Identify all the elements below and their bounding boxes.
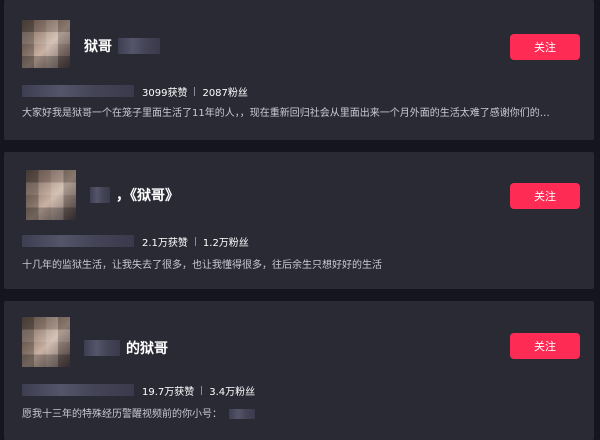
user-stats: 3099获赞 2087粉丝 [22, 84, 248, 99]
avatar[interactable] [22, 20, 70, 68]
redacted-handle [22, 85, 134, 97]
redacted-name-part [90, 187, 110, 203]
user-name[interactable]: 的狱哥 [126, 338, 168, 358]
user-name-row: 的狱哥 [84, 338, 168, 358]
user-bio: 大家好我是狱哥一个在笼子里面生活了11年的人，，现在重新回归社会从里面出来一个月… [22, 108, 550, 119]
user-bio-text: 愿我十三年的特殊经历警醒视频前的你小号： [22, 409, 222, 420]
user-card[interactable]: 的狱哥 关注 19.7万获赞 3.4万粉丝 愿我十三年的特殊经历警醒视频前的你小… [4, 301, 594, 440]
likes-count: 2.1万获赞 [142, 237, 188, 249]
user-bio: 愿我十三年的特殊经历警醒视频前的你小号： [22, 405, 582, 420]
user-name[interactable]: ，《狱哥》 [116, 185, 179, 205]
redacted-name-part [84, 340, 120, 356]
user-stats: 2.1万获赞 1.2万粉丝 [22, 234, 249, 249]
follow-button[interactable]: 关注 [510, 183, 580, 209]
user-card[interactable]: ，《狱哥》 关注 2.1万获赞 1.2万粉丝 十几年的监狱生活，让我失去了很多，… [4, 152, 594, 289]
user-card[interactable]: 狱哥 关注 3099获赞 2087粉丝 大家好我是狱哥一个在笼子里面生活了11年… [4, 0, 594, 140]
fans-count: 1.2万粉丝 [202, 237, 249, 249]
redacted-name-part [118, 38, 160, 54]
user-bio: 十几年的监狱生活，让我失去了很多，也让我懂得很多，往后余生只想好好的生活 [22, 260, 382, 271]
follow-button[interactable]: 关注 [510, 34, 580, 60]
stats-divider [201, 385, 203, 395]
stats-divider [194, 236, 196, 246]
avatar[interactable] [26, 170, 76, 220]
user-stats: 19.7万获赞 3.4万粉丝 [22, 383, 256, 398]
redacted-handle [22, 384, 134, 396]
stats-divider [194, 86, 196, 96]
redacted-handle [22, 235, 134, 247]
user-name-row: 狱哥 [84, 36, 160, 56]
user-name-row: ，《狱哥》 [90, 185, 179, 205]
fans-count: 3.4万粉丝 [209, 386, 256, 398]
fans-count: 2087粉丝 [202, 87, 248, 99]
follow-button[interactable]: 关注 [510, 333, 580, 359]
avatar[interactable] [22, 317, 70, 367]
likes-count: 19.7万获赞 [142, 386, 195, 398]
likes-count: 3099获赞 [142, 87, 188, 99]
user-name[interactable]: 狱哥 [84, 36, 112, 56]
redacted-account [229, 409, 256, 419]
